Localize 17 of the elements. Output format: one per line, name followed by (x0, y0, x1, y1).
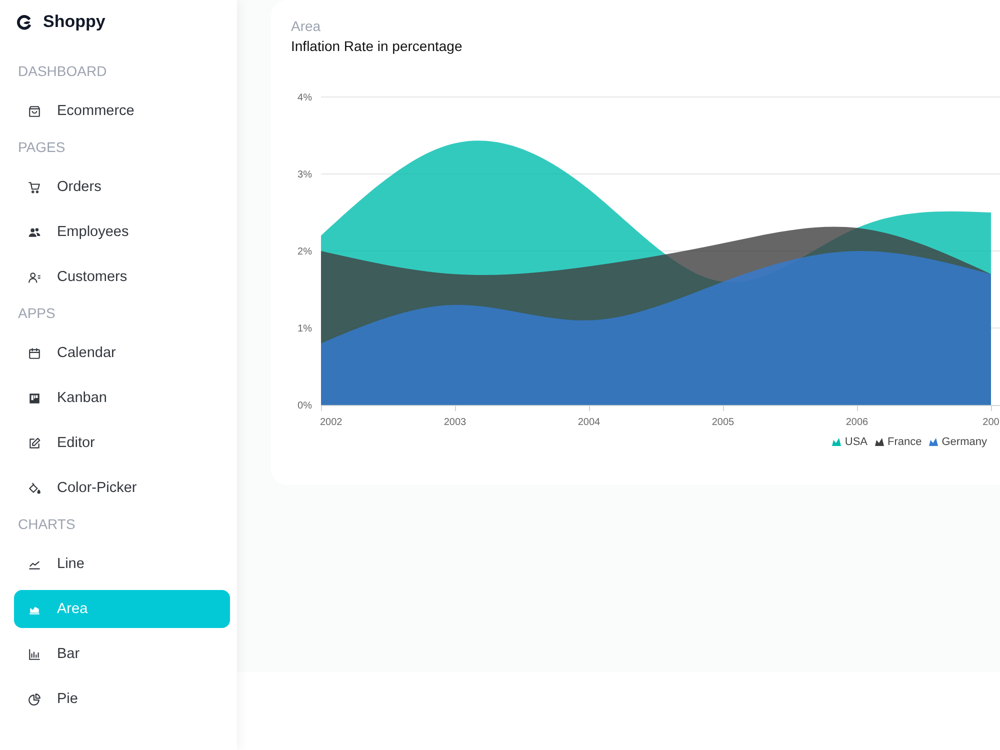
section-heading: DASHBOARD (18, 62, 107, 81)
y-axis-label: 0% (298, 400, 312, 412)
section-heading: PAGES (18, 138, 66, 157)
y-axis-label: 2% (298, 246, 312, 258)
section-heading: APPS (18, 304, 56, 323)
x-axis-label: 2002 (320, 417, 342, 428)
y-axis-label: 3% (298, 170, 312, 180)
x-axis-label: 2003 (444, 417, 466, 428)
y-axis-label: 4% (298, 92, 312, 104)
card-category: Area (291, 17, 321, 36)
x-axis-label: 200 (982, 417, 1000, 428)
y-axis-label: 1% (298, 324, 312, 334)
x-axis-label: 2004 (578, 417, 600, 428)
x-axis-label: 2005 (712, 417, 734, 428)
x-axis-label: 2006 (846, 417, 868, 428)
card-title: Inflation Rate in percentage (291, 37, 462, 56)
section-heading: CHARTS (18, 515, 76, 534)
